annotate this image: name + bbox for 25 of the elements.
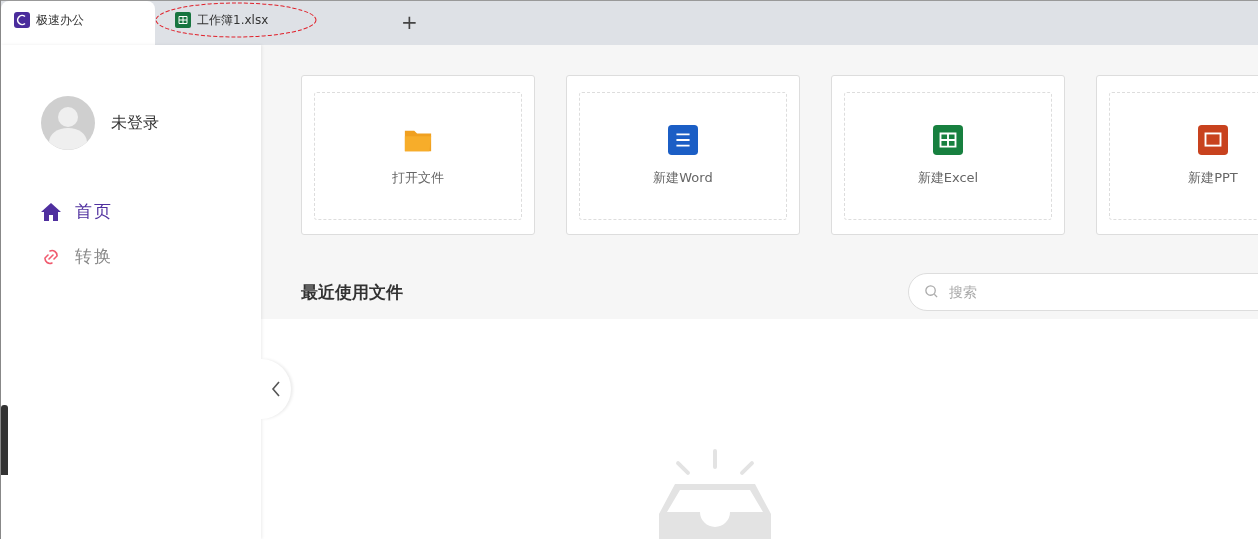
scroll-handle[interactable]	[1, 405, 8, 475]
section-title: 最近使用文件	[301, 280, 403, 304]
tab[interactable]: 极速办公	[1, 1, 155, 45]
action-card[interactable]: 新建Word	[566, 75, 800, 235]
action-label: 新建PPT	[1188, 169, 1238, 187]
action-card[interactable]: 新建Excel	[831, 75, 1065, 235]
presentation-icon	[1198, 125, 1228, 155]
avatar-icon	[41, 96, 95, 150]
spreadsheet-icon	[933, 125, 963, 155]
new-tab-button[interactable]: +	[395, 9, 424, 35]
user-name: 未登录	[111, 112, 159, 134]
home-icon	[41, 201, 61, 222]
document-icon	[668, 125, 698, 155]
chevron-left-icon	[271, 380, 281, 398]
action-card[interactable]: 新建PPT	[1096, 75, 1258, 235]
action-card[interactable]: 打开文件	[301, 75, 535, 235]
app-logo-icon	[14, 12, 30, 28]
spreadsheet-icon	[175, 12, 191, 28]
action-label: 新建Word	[653, 169, 713, 187]
tab[interactable]: 工作簿1.xlsx	[155, 1, 375, 39]
search-field[interactable]: 搜索	[908, 273, 1258, 311]
action-label: 打开文件	[392, 169, 444, 187]
action-label: 新建Excel	[917, 169, 979, 187]
nav-item[interactable]: 首页	[41, 200, 261, 223]
nav-item[interactable]: 转换	[41, 245, 261, 268]
